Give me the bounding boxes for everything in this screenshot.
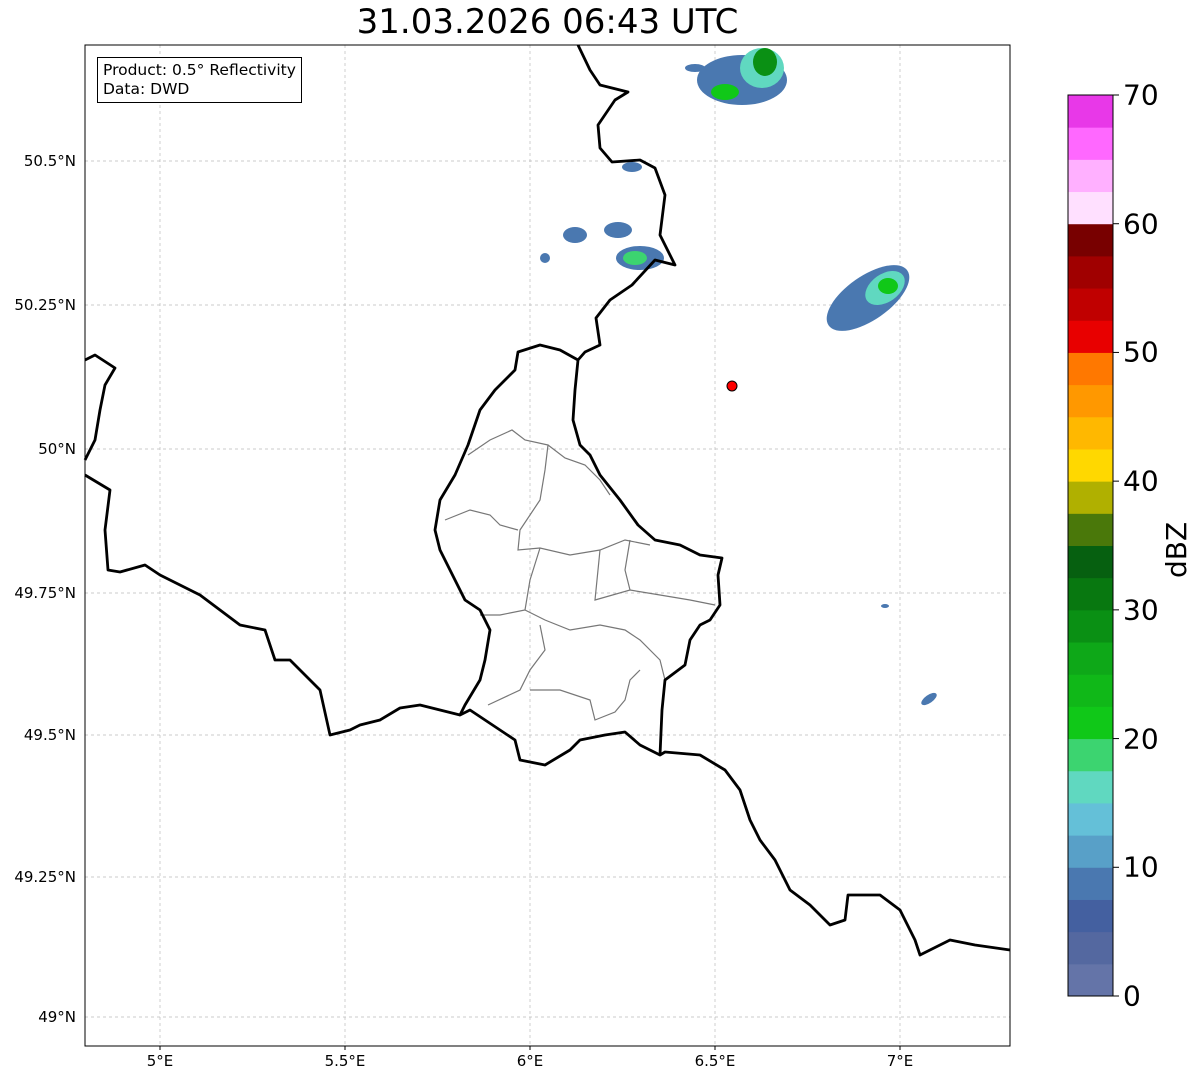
lon-label: 6°E (516, 1052, 544, 1070)
colorbar-segment (1068, 674, 1113, 707)
colorbar-segment (1068, 255, 1113, 289)
echo-cell (921, 692, 937, 706)
colorbar-segment (1068, 738, 1113, 772)
radar-site-marker (726, 380, 738, 392)
colorbar-segment (1068, 159, 1113, 193)
country-borders (83, 44, 1011, 957)
lat-label: 50.5°N (23, 152, 76, 170)
colorbar-segment (1068, 513, 1113, 546)
colorbar-segment (1068, 191, 1113, 225)
colorbar-segment (1068, 931, 1113, 965)
lon-label: 5.5°E (324, 1052, 366, 1070)
lon-ticks (159, 1046, 901, 1050)
luxembourg-cantons (444, 429, 716, 721)
echo-cell (622, 162, 642, 172)
lon-label: 7°E (886, 1052, 914, 1070)
product-info-box: Product: 0.5° Reflectivity Data: DWD (97, 57, 302, 103)
colorbar-segment (1068, 416, 1113, 450)
lat-label: 50°N (38, 440, 76, 458)
echo-cell (604, 222, 632, 238)
colorbar-tick-label: 30 (1123, 593, 1159, 627)
data-source-label: Data: DWD (103, 80, 190, 98)
echo-cell (540, 253, 550, 263)
colorbar-label: dBZ (1160, 521, 1193, 578)
colorbar-segment (1068, 127, 1113, 160)
colorbar-segment (1068, 352, 1113, 386)
colorbar-segment (1068, 577, 1113, 611)
lon-label: 6.5°E (694, 1052, 736, 1070)
colorbar-tick-label: 40 (1123, 464, 1159, 498)
colorbar-segment (1068, 867, 1113, 900)
radar-map (83, 44, 1119, 1050)
colorbar-tick-label: 70 (1123, 78, 1159, 112)
colorbar-segment (1068, 223, 1113, 257)
colorbar-segment (1068, 320, 1113, 353)
colorbar-tick-label: 50 (1123, 335, 1159, 369)
colorbar-tick-label: 60 (1123, 207, 1159, 241)
echo-cell (563, 227, 587, 243)
lat-label: 49.75°N (14, 584, 76, 602)
colorbar-tick-label: 20 (1123, 722, 1159, 756)
echo-cell (711, 84, 739, 100)
colorbar-segment (1068, 706, 1113, 740)
echo-cell (685, 64, 705, 72)
echo-cell (753, 48, 777, 76)
echo-cell (623, 251, 647, 265)
colorbar-segment (1068, 802, 1113, 836)
lat-label: 50.25°N (14, 296, 76, 314)
lat-label: 49.25°N (14, 868, 76, 886)
colorbar-tick-label: 10 (1123, 850, 1159, 884)
colorbar (1068, 94, 1119, 997)
colorbar-segment (1068, 545, 1113, 579)
colorbar-segment (1068, 384, 1113, 418)
lat-label: 49.5°N (23, 726, 76, 744)
colorbar-segment (1068, 95, 1113, 128)
echo-cell (881, 604, 889, 608)
map-title: 31.03.2026 06:43 UTC (356, 2, 739, 42)
colorbar-segment (1068, 642, 1113, 675)
colorbar-segment (1068, 448, 1113, 482)
colorbar-segment (1068, 288, 1113, 321)
echo-cell (878, 278, 898, 294)
colorbar-segment (1068, 963, 1113, 997)
lon-label: 5°E (146, 1052, 174, 1070)
colorbar-segment (1068, 899, 1113, 933)
colorbar-tick-label: 0 (1123, 979, 1141, 1013)
product-label: Product: 0.5° Reflectivity (103, 61, 296, 79)
colorbar-segment (1068, 835, 1113, 868)
colorbar-segment (1068, 609, 1113, 643)
lat-label: 49°N (38, 1008, 76, 1026)
colorbar-segment (1068, 481, 1113, 514)
colorbar-segment (1068, 770, 1113, 804)
